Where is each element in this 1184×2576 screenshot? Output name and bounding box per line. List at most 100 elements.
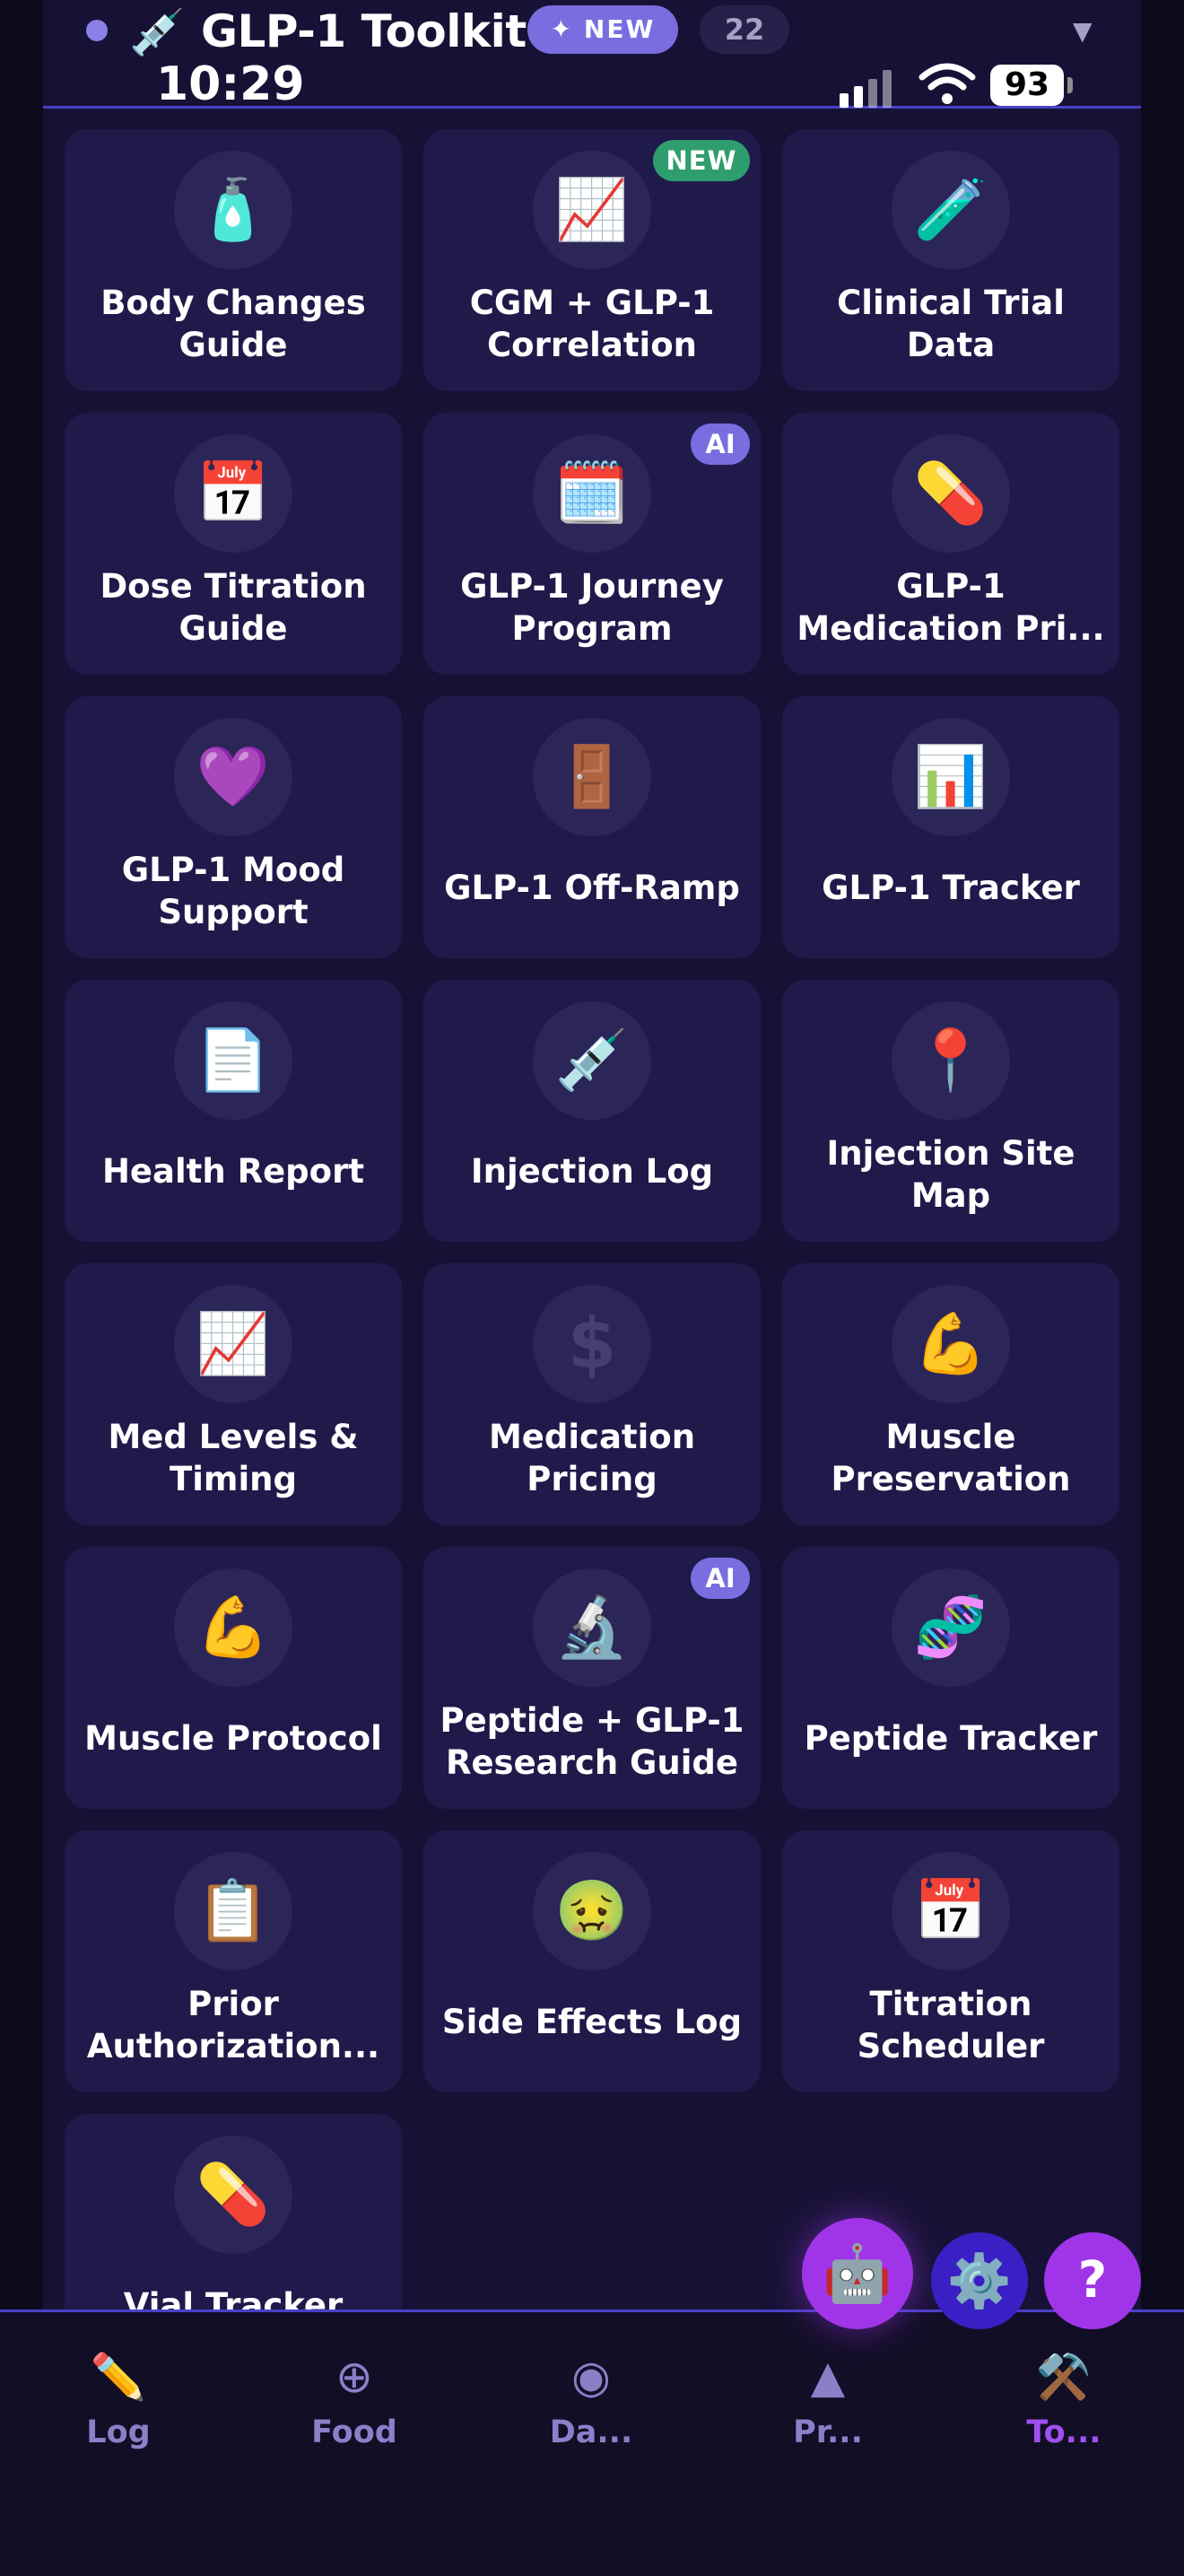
lotion-bottle-icon: 🧴: [174, 151, 292, 269]
tool-card-label: CGM + GLP-1 Correlation: [469, 284, 715, 364]
round-pushpin-icon: 📍: [892, 1001, 1010, 1120]
new-badge: NEW: [653, 140, 750, 181]
dollar-sign-icon: $: [533, 1285, 651, 1403]
tool-card[interactable]: 💪 Muscle Preservation: [782, 1263, 1119, 1525]
tab-label: Da...: [549, 2414, 633, 2450]
page-title: GLP-1 Toolkit: [201, 5, 527, 57]
tool-card[interactable]: 💜 GLP-1 Mood Support: [65, 696, 402, 958]
tab-dashboard[interactable]: ◉ Da...: [519, 2348, 663, 2454]
tool-card[interactable]: 🔬 AI Peptide + GLP-1 Research Guide: [423, 1547, 761, 1809]
bottom-tab-bar: ✏️ Log ⊕ Food ◉ Da... ▲ Pr... ⚒️ To...: [0, 2310, 1184, 2576]
tool-card-label: Body Changes Guide: [100, 284, 366, 364]
tool-card-label: Medication Pricing: [488, 1418, 696, 1498]
tab-food[interactable]: ⊕ Food: [283, 2348, 426, 2454]
triangle-icon: ▲: [810, 2351, 846, 2403]
hammer-pick-icon: ⚒️: [1035, 2351, 1093, 2403]
pill-icon: 💊: [174, 2135, 292, 2254]
pencil-icon: ✏️: [90, 2351, 147, 2403]
tab-label: Food: [311, 2414, 397, 2450]
tool-card-label: Health Report: [101, 1152, 365, 1191]
tab-label: Pr...: [793, 2414, 863, 2450]
tool-card[interactable]: 💉 Injection Log: [423, 980, 761, 1242]
tab-tools[interactable]: ⚒️ To...: [992, 2348, 1136, 2454]
tool-card-label: GLP-1 Off-Ramp: [444, 869, 740, 907]
dna-icon: 🧬: [892, 1568, 1010, 1687]
battery-nub: [1067, 77, 1073, 93]
tab-log[interactable]: ✏️ Log: [47, 2348, 190, 2454]
settings-button[interactable]: ⚙️: [931, 2232, 1028, 2329]
tool-card[interactable]: 🗓️ AI GLP-1 Journey Program: [423, 413, 761, 675]
calendar-icon: 📅: [892, 1852, 1010, 1970]
tool-card[interactable]: 💪 Muscle Protocol: [65, 1547, 402, 1809]
tool-card[interactable]: 📋 Prior Authorization...: [65, 1830, 402, 2092]
ai-badge: AI: [691, 1558, 750, 1599]
tab-label: To...: [1026, 2414, 1101, 2450]
syringe-icon: 💉: [129, 6, 186, 58]
tool-card-label: Side Effects Log: [441, 2003, 743, 2041]
tab-progress[interactable]: ▲ Pr...: [756, 2348, 900, 2454]
ai-badge: AI: [691, 424, 750, 465]
tool-card-label: Peptide + GLP-1 Research Guide: [440, 1701, 744, 1782]
tool-card-label: Injection Log: [470, 1152, 714, 1191]
tool-card-label: GLP-1 Tracker: [822, 869, 1080, 907]
tool-card-label: GLP-1 Journey Program: [460, 567, 724, 648]
tool-card-label: Muscle Protocol: [84, 1719, 382, 1758]
wifi-icon: [918, 63, 976, 104]
tool-card-label: GLP-1 Medication Pri...: [797, 567, 1105, 648]
syringe-icon: 💉: [533, 1001, 651, 1120]
microscope-icon: 🔬: [533, 1568, 651, 1687]
test-tube-icon: 🧪: [892, 151, 1010, 269]
nauseated-face-icon: 🤢: [533, 1852, 651, 1970]
tool-card-label: Injection Site Map: [826, 1134, 1075, 1215]
tool-card[interactable]: 📈 NEW CGM + GLP-1 Correlation: [423, 129, 761, 391]
calendar-icon: 📅: [174, 434, 292, 553]
spiral-calendar-icon: 🗓️: [533, 434, 651, 553]
tool-card-label: Peptide Tracker: [804, 1719, 1098, 1758]
tool-card-label: GLP-1 Mood Support: [121, 851, 345, 931]
assistant-button[interactable]: 🤖: [802, 2218, 913, 2329]
pill-icon: 💊: [892, 434, 1010, 553]
battery-indicator: 93: [990, 65, 1064, 106]
status-time: 10:29: [156, 57, 305, 111]
tool-card[interactable]: 📊 GLP-1 Tracker: [782, 696, 1119, 958]
document-icon: 📄: [174, 1001, 292, 1120]
tool-card[interactable]: 📄 Health Report: [65, 980, 402, 1242]
chart-increasing-icon: 📈: [174, 1285, 292, 1403]
tool-card[interactable]: 📍 Injection Site Map: [782, 980, 1119, 1242]
flexed-biceps-icon: 💪: [892, 1285, 1010, 1403]
record-circle-icon: ◉: [571, 2351, 611, 2403]
tool-card[interactable]: 🧴 Body Changes Guide: [65, 129, 402, 391]
tool-card[interactable]: 📅 Titration Scheduler: [782, 1830, 1119, 2092]
tab-label: Log: [86, 2414, 151, 2450]
tool-card-label: Muscle Preservation: [831, 1418, 1071, 1498]
robot-icon: 🤖: [823, 2240, 892, 2306]
tool-card[interactable]: $ Medication Pricing: [423, 1263, 761, 1525]
new-badge[interactable]: ✦ NEW: [527, 5, 678, 54]
tool-card[interactable]: 📅 Dose Titration Guide: [65, 413, 402, 675]
tool-card[interactable]: 🚪 GLP-1 Off-Ramp: [423, 696, 761, 958]
help-button[interactable]: ?: [1044, 2232, 1141, 2329]
door-icon: 🚪: [533, 718, 651, 836]
tool-card-label: Titration Scheduler: [857, 1985, 1045, 2065]
tool-card-label: Clinical Trial Data: [837, 284, 1065, 364]
tool-card[interactable]: 📈 Med Levels & Timing: [65, 1263, 402, 1525]
tool-card[interactable]: 🧪 Clinical Trial Data: [782, 129, 1119, 391]
tool-card-label: Med Levels & Timing: [108, 1418, 359, 1498]
question-mark-icon: ?: [1077, 2251, 1108, 2310]
tool-count-badge: 22: [700, 5, 789, 54]
chart-increasing-icon: 📈: [533, 151, 651, 269]
clipboard-icon: 📋: [174, 1852, 292, 1970]
status-dot: [86, 20, 108, 41]
plus-circle-icon: ⊕: [335, 2351, 373, 2403]
tool-card-label: Prior Authorization...: [86, 1985, 380, 2065]
tool-card[interactable]: 🧬 Peptide Tracker: [782, 1547, 1119, 1809]
bar-chart-icon: 📊: [892, 718, 1010, 836]
flexed-biceps-icon: 💪: [174, 1568, 292, 1687]
caret-down-icon[interactable]: ▼: [1073, 16, 1093, 46]
tool-card[interactable]: 🤢 Side Effects Log: [423, 1830, 761, 2092]
tool-card[interactable]: 💊 GLP-1 Medication Pri...: [782, 413, 1119, 675]
gear-icon: ⚙️: [946, 2250, 1013, 2311]
purple-heart-icon: 💜: [174, 718, 292, 836]
tool-card-label: Dose Titration Guide: [100, 567, 367, 648]
cellular-signal-icon: [840, 68, 897, 108]
